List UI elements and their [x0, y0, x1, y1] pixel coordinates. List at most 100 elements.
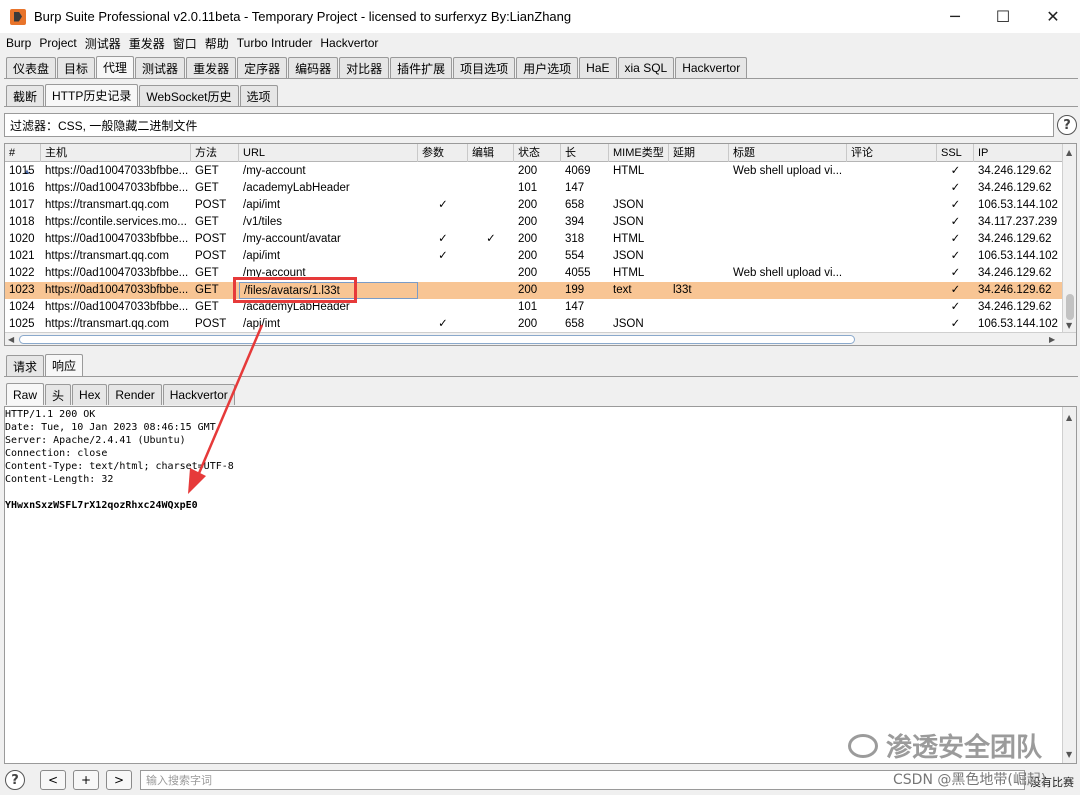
cell-ip: 34.246.129.62	[978, 182, 1052, 194]
menu-burp[interactable]: Burp	[6, 36, 31, 50]
filter-bar[interactable]: 过滤器：CSS, 一般隐藏二进制文件	[4, 113, 1054, 137]
cell-method: POST	[195, 250, 227, 262]
col-header-ip[interactable]: IP	[974, 144, 1063, 162]
tab-proxy-options[interactable]: 选项	[239, 85, 278, 106]
col-header-mime[interactable]: MIME类型	[609, 144, 669, 162]
menu-window[interactable]: 窗口	[173, 35, 197, 52]
col-header-method[interactable]: 方法	[191, 144, 239, 162]
tab-comparer[interactable]: 对比器	[339, 57, 390, 78]
table-row[interactable]: 1016 https://0ad10047033bfbbe... GET/acade…	[5, 180, 1063, 197]
tab-render[interactable]: Render	[108, 384, 162, 405]
cell-comment	[847, 163, 937, 180]
response-vertical-scrollbar[interactable]: ▲ ▼	[1062, 407, 1076, 763]
cell-params	[418, 299, 468, 316]
col-header-host[interactable]: 主机	[41, 144, 191, 162]
tab-websocket-history[interactable]: WebSocket历史	[139, 85, 239, 106]
cell-ssl: ✓	[950, 318, 961, 330]
minimize-button[interactable]: ─	[930, 0, 980, 33]
tab-http-history[interactable]: HTTP历史记录	[45, 84, 139, 106]
tab-intruder[interactable]: 测试器	[135, 57, 186, 78]
menu-turbo-intruder[interactable]: Turbo Intruder	[237, 36, 313, 50]
response-body: YHwxnSxzWSFL7rX12qozRhxc24WQxpE0	[5, 500, 198, 511]
cell-host: https://0ad10047033bfbbe...	[45, 284, 189, 296]
cell-title	[729, 316, 847, 333]
tab-user-options[interactable]: 用户选项	[516, 57, 579, 78]
col-header-extension[interactable]: 延期	[669, 144, 729, 162]
cell-method: POST	[195, 233, 227, 245]
table-row[interactable]: 1022 https://0ad10047033bfbbe... GET/my-ac…	[5, 265, 1063, 282]
col-header-length[interactable]: 长	[561, 144, 609, 162]
table-row[interactable]: 1024 https://0ad10047033bfbbe... GET/acade…	[5, 299, 1063, 316]
tab-sequencer[interactable]: 定序器	[237, 57, 288, 78]
tab-hackvertor[interactable]: Hackvertor	[675, 57, 748, 78]
col-header-params[interactable]: 参数	[418, 144, 468, 162]
cell-host: https://0ad10047033bfbbe...	[45, 233, 189, 245]
menu-project[interactable]: Project	[39, 36, 76, 50]
tab-view-hackvertor[interactable]: Hackvertor	[162, 384, 235, 405]
cell-params: ✓	[438, 233, 448, 245]
tab-proxy[interactable]: 代理	[96, 56, 135, 78]
tab-repeater[interactable]: 重发器	[186, 57, 237, 78]
cell-title	[729, 282, 847, 299]
table-row[interactable]: 1021 https://transmart.qq.com POST/api/imt…	[5, 248, 1063, 265]
cell-length: 554	[565, 250, 585, 262]
close-button[interactable]: ✕	[1028, 0, 1078, 33]
menu-help[interactable]: 帮助	[205, 35, 229, 52]
tab-intercept[interactable]: 截断	[6, 85, 45, 106]
cell-comment	[847, 248, 937, 265]
menu-hackvertor[interactable]: Hackvertor	[320, 36, 378, 50]
table-row[interactable]: 1023 https://0ad10047033bfbbe... GET/files…	[5, 282, 1063, 299]
table-vertical-scrollbar[interactable]: ▲ ▼	[1062, 144, 1076, 334]
cell-length: 147	[565, 301, 585, 313]
table-row[interactable]: 1015 https://0ad10047033bfbbe... GET/my-ac…	[5, 163, 1063, 180]
col-header-url[interactable]: URL	[239, 144, 418, 162]
maximize-button[interactable]: ☐	[978, 0, 1028, 33]
tab-response[interactable]: 响应	[45, 354, 84, 376]
table-header: # ▲ 主机 方法 URL 参数 编辑 状态 长 MIME类型 延期 标题 评论…	[5, 144, 1063, 176]
filter-help-icon[interactable]: ?	[1057, 115, 1077, 135]
menu-repeater[interactable]: 重发器	[129, 35, 165, 52]
cell-status: 101	[518, 301, 538, 313]
cell-length: 658	[565, 318, 585, 330]
tab-target[interactable]: 目标	[57, 57, 96, 78]
table-row[interactable]: 1020 https://0ad10047033bfbbe... POST/my-a…	[5, 231, 1063, 248]
col-header-ssl[interactable]: SSL	[937, 144, 974, 162]
tab-headers[interactable]: 头	[45, 384, 72, 405]
menu-intruder[interactable]: 测试器	[85, 35, 121, 52]
next-match-button[interactable]: >	[106, 770, 132, 790]
tab-raw[interactable]: Raw	[6, 383, 45, 405]
cell-edited	[468, 299, 514, 316]
table-row[interactable]: 1017 https://transmart.qq.com POST/api/imt…	[5, 197, 1063, 214]
table-horizontal-scrollbar[interactable]: ◀ ▶	[5, 332, 1076, 345]
tab-dashboard[interactable]: 仪表盘	[6, 57, 57, 78]
table-row[interactable]: 1018 https://contile.services.mo... GET/v1…	[5, 214, 1063, 231]
cell-host: https://0ad10047033bfbbe...	[45, 182, 189, 194]
tab-hae[interactable]: HaE	[579, 57, 617, 78]
add-match-button[interactable]: +	[73, 770, 99, 790]
search-help-icon[interactable]: ?	[5, 770, 25, 790]
cell-id: 1021	[9, 250, 35, 262]
tab-project-options[interactable]: 项目选项	[453, 57, 516, 78]
col-header-comment[interactable]: 评论	[847, 144, 937, 162]
tab-request[interactable]: 请求	[6, 355, 45, 376]
cell-status: 200	[518, 250, 538, 262]
cell-params	[418, 282, 468, 299]
req-resp-tabs-divider	[4, 376, 1078, 377]
col-header-title[interactable]: 标题	[729, 144, 847, 162]
cell-edited: ✓	[486, 233, 496, 245]
cell-edited	[468, 316, 514, 333]
col-header-status[interactable]: 状态	[514, 144, 561, 162]
req-resp-tabs: 请求 响应	[6, 354, 84, 376]
table-row[interactable]: 1025 https://transmart.qq.com POST/api/imt…	[5, 316, 1063, 333]
tab-decoder[interactable]: 编码器	[288, 57, 339, 78]
tab-xia-sql[interactable]: xia SQL	[617, 57, 675, 78]
tab-extender[interactable]: 插件扩展	[390, 57, 453, 78]
previous-match-button[interactable]: <	[40, 770, 66, 790]
col-header-edited[interactable]: 编辑	[468, 144, 514, 162]
response-viewer[interactable]: HTTP/1.1 200 OK Date: Tue, 10 Jan 2023 0…	[4, 406, 1077, 764]
col-header-id[interactable]: # ▲	[5, 144, 41, 176]
cell-ssl: ✓	[950, 199, 961, 211]
cell-title	[729, 214, 847, 231]
tab-hex[interactable]: Hex	[72, 384, 108, 405]
cell-comment	[847, 299, 937, 316]
